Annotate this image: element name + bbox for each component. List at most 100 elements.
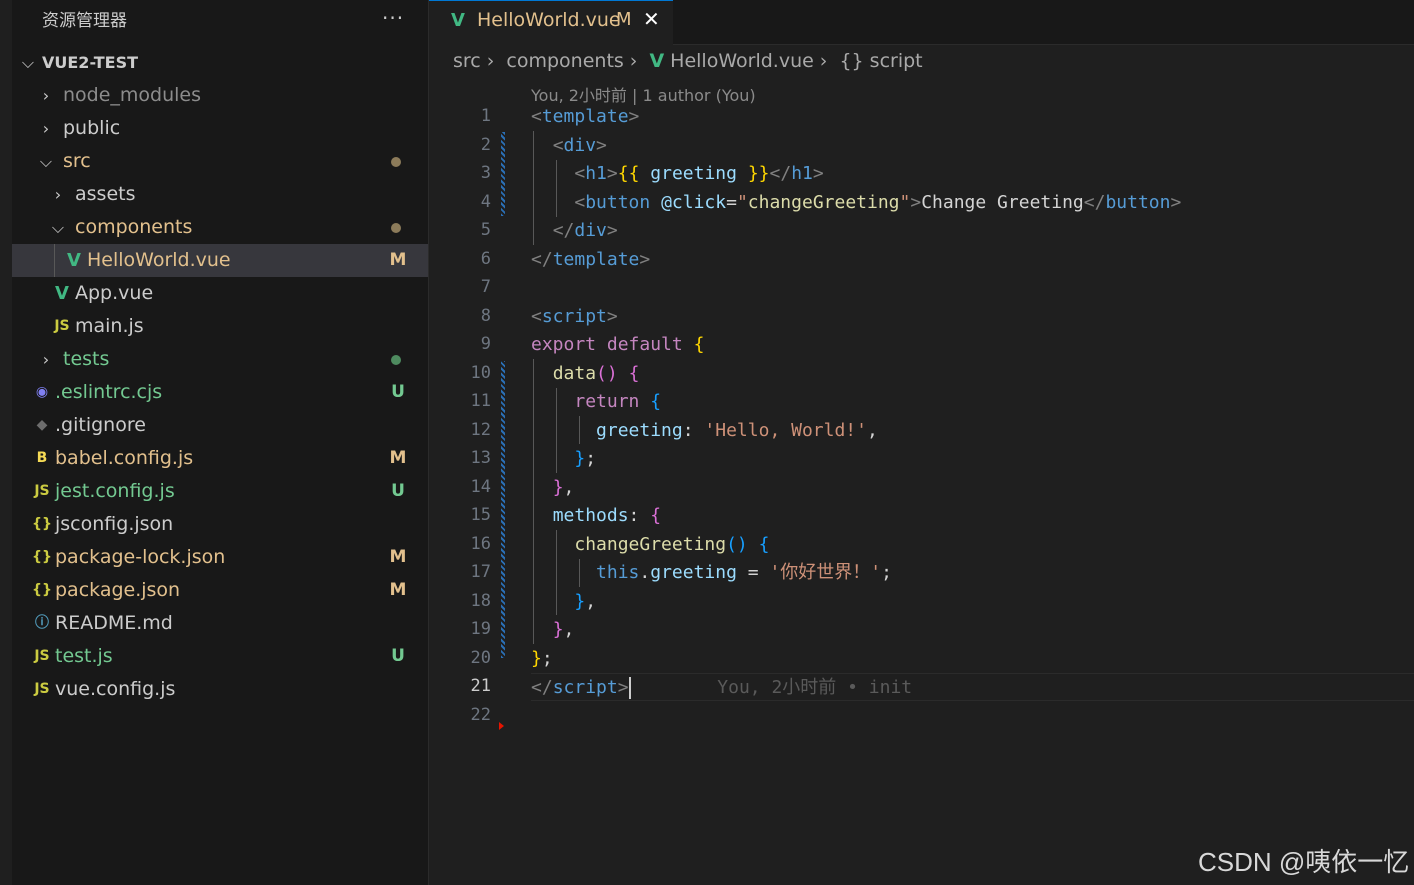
explorer-title: 资源管理器 [42,11,127,31]
code-line: return { [574,391,662,412]
chevron-right-icon: › [54,185,62,204]
tree-item-label: src [63,150,91,172]
project-root[interactable]: ⌵ VUE2-TEST [12,46,428,79]
vue-icon: V [451,10,465,31]
code-line: </template> [531,249,651,270]
tree-item-main-js[interactable]: JS main.js [12,310,428,343]
git-status-badge: U [391,481,405,501]
code-line: }, [552,477,575,498]
breadcrumb: src › components › V HelloWorld.vue › {} scr… [453,50,929,76]
git-status-badge: M [389,580,407,600]
git-status-dot [391,223,401,233]
editor-area: V HelloWorld.vue M ✕ src › components › VH… [429,0,1414,885]
close-icon[interactable]: ✕ [643,7,660,31]
tree-item-readme-md[interactable]: ⓘ README.md [12,607,428,640]
tree-item-src[interactable]: ⌵ src [12,145,428,178]
tree-item-assets[interactable]: › assets [12,178,428,211]
line-number: 18 [470,591,491,611]
tab-modified-badge: M [616,9,632,30]
line-number: 21 [470,676,491,696]
breadcrumb-components[interactable]: components [506,50,623,72]
chevron-right-icon: › [42,350,50,369]
tree-item-jest-config-js[interactable]: JS jest.config.js U [12,475,428,508]
watermark: CSDN @咦依一忆 [1198,847,1410,877]
tree-item-label: package-lock.json [55,546,226,568]
tree-item-jsconfig-json[interactable]: {} jsconfig.json [12,508,428,541]
tree-item-label: tests [63,348,110,370]
code-line: <script> [531,306,618,327]
tree-item-label: main.js [75,315,144,337]
line-number: 22 [470,705,491,725]
code-line: data() { [552,363,640,384]
tree-item-package-json[interactable]: {} package.json M [12,574,428,607]
code-line: <h1>{{ greeting }}</h1> [574,163,824,184]
git-status-badge: M [389,250,407,270]
line-number: 2 [480,135,491,155]
tree-item-label: vue.config.js [55,678,176,700]
tree-item-label: jsconfig.json [55,513,174,535]
text-cursor [628,677,631,699]
vue-icon: V [67,250,81,271]
line-number: 14 [470,477,491,497]
vue-icon: V [649,50,665,72]
line-number: 11 [470,391,491,411]
chevron-down-icon: ⌵ [39,152,53,171]
breadcrumb-src[interactable]: src [453,50,481,72]
code-line: }; [531,648,553,669]
git-status-dot [391,355,401,365]
tree-item-label: test.js [55,645,113,667]
git-status-badge: U [391,382,405,402]
tree-item-label: package.json [55,579,181,601]
tab-helloworld-vue[interactable]: V HelloWorld.vue M ✕ [429,0,673,45]
line-number: 17 [470,562,491,582]
js-icon: JS [34,483,50,499]
tree-item-helloworld-vue[interactable]: V HelloWorld.vue M [12,244,428,277]
babel-icon: B [36,450,48,466]
line-number: 4 [480,192,491,212]
code-line: <button @click="changeGreeting">Change G… [574,192,1182,213]
tree-item-test-js[interactable]: JS test.js U [12,640,428,673]
code-line: export default { [531,334,705,355]
line-number: 19 [470,619,491,639]
eslint-icon: ◉ [35,384,49,400]
chevron-right-icon: › [486,50,495,72]
tree-item-vue-config-js[interactable]: JS vue.config.js [12,673,428,706]
code-line: greeting: 'Hello, World!', [596,420,878,441]
tree-item-babel-config-js[interactable]: Bbabel.config.js M [12,442,428,475]
tab-label: HelloWorld.vue [477,9,621,31]
line-number: 6 [480,249,491,269]
line-number: 16 [470,534,491,554]
activity-bar-edge [0,0,12,885]
git-status-badge: U [391,646,405,666]
more-actions-icon[interactable]: ··· [382,6,404,30]
js-icon: JS [34,648,50,664]
git-status-dot [391,157,401,167]
inline-blame: You, 2小时前 • init [717,677,913,698]
line-number: 9 [480,334,491,354]
json-icon: {} [32,582,52,598]
line-number: 15 [470,505,491,525]
code-line: </div> [552,220,618,241]
git-status-badge: M [389,547,407,567]
tree-item-app-vue[interactable]: V App.vue [12,277,428,310]
tree-item-node-modules[interactable]: › node_modules [12,79,428,112]
tree-item-package-lock-json[interactable]: {} package-lock.json M [12,541,428,574]
chevron-down-icon: ⌵ [51,218,65,237]
tree-item-eslintrc-cjs[interactable]: ◉ .eslintrc.cjs U [12,376,428,409]
line-number: 10 [470,363,491,383]
tree-item-components[interactable]: ⌵ components [12,211,428,244]
tree-item-gitignore[interactable]: ◆ .gitignore [12,409,428,442]
explorer-sidebar: 资源管理器 ··· ⌵ VUE2-TEST › node_modules › publ… [0,0,429,885]
line-number: 8 [480,306,491,326]
tree-item-label: README.md [55,612,173,634]
breadcrumb-symbol[interactable]: {} script [839,50,922,72]
breadcrumb-file[interactable]: HelloWorld.vue [670,50,814,72]
tree-item-label: components [75,216,193,238]
json-icon: {} [32,549,52,565]
tree-item-tests[interactable]: › tests [12,343,428,376]
tree-item-label: .gitignore [55,414,146,436]
chevron-right-icon: › [42,86,50,105]
code-line: }, [552,619,575,640]
tree-item-label: jest.config.js [55,480,175,502]
tree-item-public[interactable]: › public [12,112,428,145]
